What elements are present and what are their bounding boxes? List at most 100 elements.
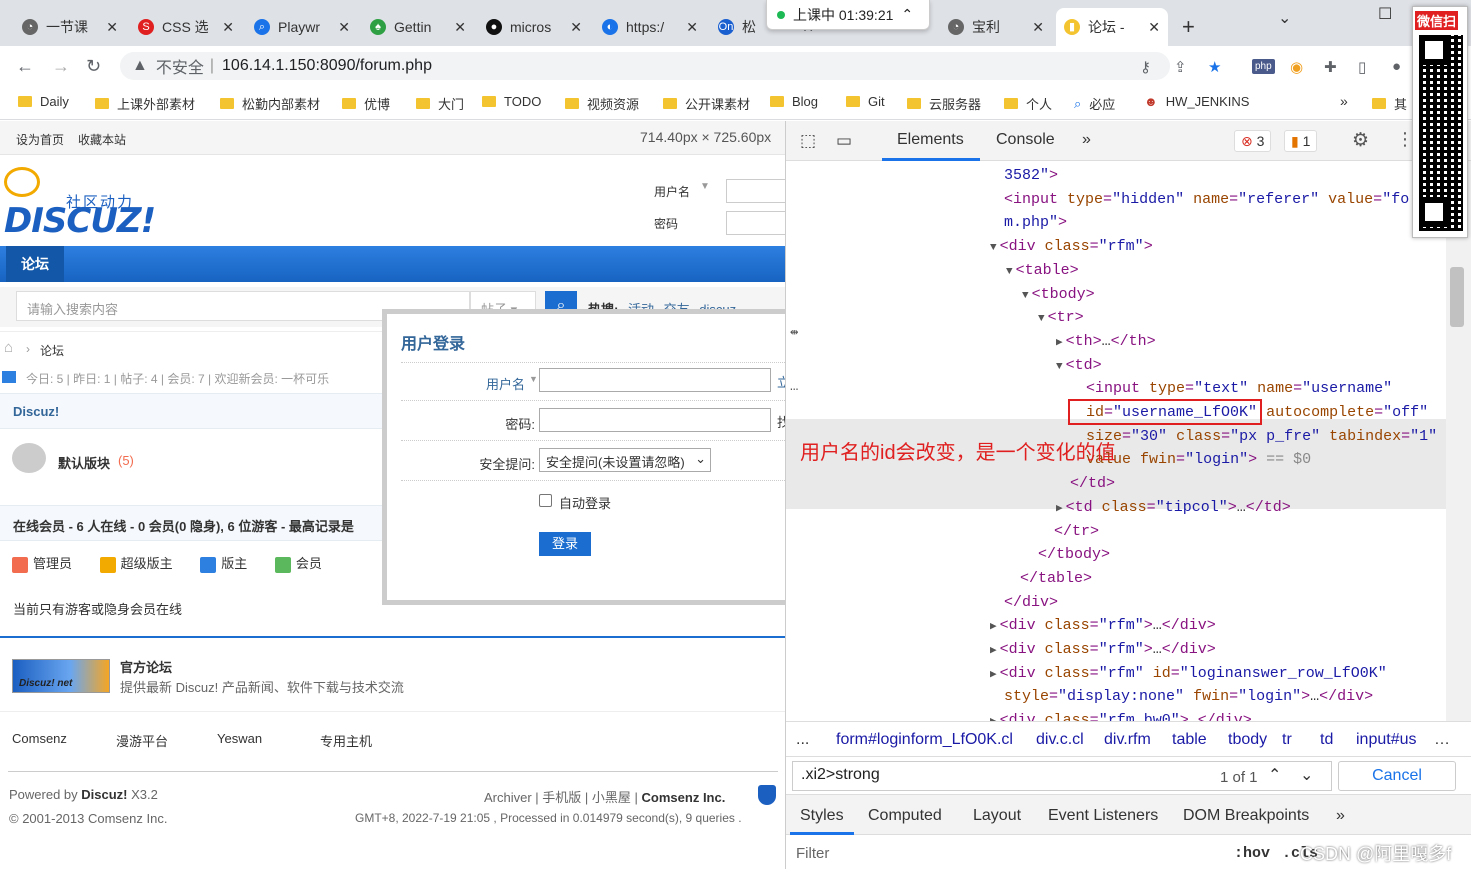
styles-filter-input[interactable]: Filter [796, 845, 829, 862]
back-icon[interactable]: ← [16, 56, 34, 77]
key-icon[interactable]: ⚷ [1140, 58, 1151, 76]
link-yeswan[interactable]: Yeswan [217, 731, 262, 746]
puzzle-icon[interactable]: ✚ [1324, 58, 1337, 76]
footer-mobile[interactable]: 手机版 [542, 790, 581, 805]
bookmark-item[interactable]: Daily [18, 94, 69, 109]
dom-breadcrumb-item[interactable]: div.rfm [1104, 731, 1151, 749]
hov-toggle[interactable]: :hov [1234, 845, 1270, 862]
close-tab-icon[interactable]: ✕ [222, 19, 234, 36]
tab-elements[interactable]: Elements [897, 131, 964, 149]
dom-node-line[interactable]: 3582"> [1004, 165, 1058, 187]
online-title[interactable]: 在线会员 - 6 人在线 - 0 会员(0 隐身), 6 位游客 - 最高记录是 [13, 516, 354, 535]
sidepanel-icon[interactable]: ▯ [1358, 58, 1366, 76]
dom-node-line[interactable]: </tbody> [1038, 544, 1110, 566]
bookmark-item[interactable]: 个人 [1004, 94, 1052, 113]
dom-node-line[interactable]: ▶ <div class="rfm" id="loginanswer_row_Lf… [990, 663, 1387, 685]
bookmark-item[interactable]: 其 [1372, 94, 1407, 113]
browser-tab[interactable]: ◔ 一节课 ✕ [14, 8, 126, 46]
link-comsenz[interactable]: Comsenz [12, 731, 67, 746]
bookmark-item[interactable]: ☻ HW_JENKINS [1144, 94, 1249, 109]
tab-event-listeners[interactable]: Event Listeners [1048, 807, 1158, 825]
dom-node-line[interactable]: </div> [1004, 592, 1058, 614]
footer-blacklist[interactable]: 小黑屋 [592, 790, 631, 805]
error-badge[interactable]: ⊗ 3 [1234, 130, 1272, 152]
address-bar[interactable]: ▲ 不安全 | 106.14.1.150:8090/forum.php [120, 52, 1170, 80]
dom-breadcrumb-item[interactable]: div.c.cl [1036, 731, 1084, 749]
dom-node-line[interactable]: ▶ <div class="rfm">…</div> [990, 639, 1216, 661]
more-crumbs-icon[interactable]: … [1434, 731, 1450, 749]
share-icon[interactable]: ⇪ [1174, 58, 1187, 76]
tab-styles[interactable]: Styles [800, 807, 844, 825]
dom-node-line[interactable]: </tr> [1054, 521, 1099, 543]
nav-forum-tab[interactable]: 论坛 [6, 246, 64, 282]
profile-icon[interactable]: ● [1392, 58, 1401, 75]
bookmark-item[interactable]: 云服务器 [907, 94, 981, 113]
powered-brand[interactable]: Discuz! [81, 787, 127, 802]
chevron-up-icon[interactable]: ⌃ [901, 6, 913, 23]
dom-node-line[interactable]: value fwin="login"> == $0 [1086, 449, 1311, 471]
tab-layout[interactable]: Layout [973, 807, 1021, 825]
more-style-tabs-icon[interactable]: » [1336, 807, 1345, 825]
dom-node-line[interactable]: <input type="hidden" name="referer" valu… [1004, 189, 1409, 211]
browser-tab[interactable]: ▮ 论坛 - ✕ [1056, 8, 1168, 46]
login-question-select[interactable]: 安全提问(未设置请忽略) ⌄ [539, 448, 711, 472]
tree-scrollbar[interactable] [1446, 161, 1471, 721]
find-cancel-button[interactable]: Cancel [1338, 761, 1456, 791]
more-tabs-icon[interactable]: » [1082, 131, 1091, 149]
bookmark-item[interactable]: Git [846, 94, 885, 109]
maximize-icon[interactable]: ☐ [1378, 4, 1392, 24]
dom-node-line[interactable]: ▼ <tr> [1038, 307, 1084, 329]
find-prev-icon[interactable]: ⌃ [1268, 765, 1281, 785]
dom-node-line[interactable]: m.php"> [1004, 212, 1067, 234]
auto-login-checkbox[interactable] [539, 494, 552, 507]
footer-company[interactable]: Comsenz Inc. [642, 790, 726, 805]
header-username-input[interactable] [726, 179, 785, 203]
find-next-icon[interactable]: ⌄ [1300, 765, 1313, 785]
tab-computed[interactable]: Computed [868, 807, 942, 825]
category-title[interactable]: Discuz! [13, 404, 59, 419]
browser-tab[interactable]: ◔ 宝利 ✕ [940, 8, 1052, 46]
warning-badge[interactable]: ▮ 1 [1284, 130, 1318, 152]
bookmark-item[interactable]: 大门 [416, 94, 464, 113]
dom-node-line[interactable]: ▼ <td> [1056, 355, 1102, 377]
dom-node-line[interactable]: size="30" class="px p_fre" tabindex="1" [1086, 426, 1437, 448]
login-username-input[interactable] [539, 368, 771, 392]
browser-tab[interactable]: ⌕ Playwr ✕ [246, 8, 358, 46]
bookmark-site-link[interactable]: 收藏本站 [78, 131, 126, 148]
official-title[interactable]: 官方论坛 [120, 657, 172, 676]
star-icon[interactable]: ★ [1208, 58, 1221, 76]
dom-node-line[interactable]: ▼ <div class="rfm"> [990, 236, 1153, 258]
bookmark-item[interactable]: ⌕ 必应 [1074, 94, 1115, 113]
dom-node-line[interactable]: ▶ <td class="tipcol">…</td> [1056, 497, 1291, 519]
device-toggle-icon[interactable]: ▭ [836, 131, 852, 151]
dom-breadcrumb-item[interactable]: tr [1282, 731, 1292, 749]
more-bookmarks-icon[interactable]: » [1340, 93, 1348, 109]
php-extension-icon[interactable]: php [1252, 59, 1275, 74]
home-icon[interactable]: ⌂ [4, 339, 13, 356]
footer-archiver[interactable]: Archiver [484, 790, 532, 805]
login-password-input[interactable] [539, 408, 771, 432]
close-tab-icon[interactable]: ✕ [106, 19, 118, 36]
login-side-link-2[interactable]: 找 [777, 412, 785, 431]
dom-breadcrumb-item[interactable]: form#loginform_LfO0K.cl [836, 731, 1013, 749]
dom-node-line[interactable]: <input type="text" name="username" [1086, 378, 1392, 400]
browser-tab[interactable]: S CSS 选 ✕ [130, 8, 242, 46]
dom-breadcrumb-item[interactable]: td [1320, 731, 1333, 749]
set-homepage-link[interactable]: 设为首页 [16, 131, 64, 148]
tab-search-icon[interactable]: ⌄ [1278, 8, 1291, 28]
reload-icon[interactable]: ↻ [86, 56, 101, 77]
dom-breadcrumb-item[interactable]: tbody [1228, 731, 1267, 749]
login-submit-button[interactable]: 登录 [539, 532, 591, 556]
link-manyou[interactable]: 漫游平台 [116, 731, 168, 750]
breadcrumb-forum[interactable]: 论坛 [40, 342, 64, 359]
close-tab-icon[interactable]: ✕ [454, 19, 466, 36]
bookmark-item[interactable]: 上课外部素材 [95, 94, 195, 113]
dom-node-line[interactable]: </td> [1070, 473, 1115, 495]
close-tab-icon[interactable]: ✕ [686, 19, 698, 36]
auto-login-label[interactable]: 自动登录 [559, 493, 611, 512]
link-host[interactable]: 专用主机 [320, 731, 372, 750]
bookmark-item[interactable]: 松勤内部素材 [220, 94, 320, 113]
official-badge[interactable]: Discuz! net [12, 659, 110, 693]
extension-icon[interactable]: ◉ [1290, 58, 1303, 76]
dom-breadcrumb-item[interactable]: ... [796, 731, 809, 749]
